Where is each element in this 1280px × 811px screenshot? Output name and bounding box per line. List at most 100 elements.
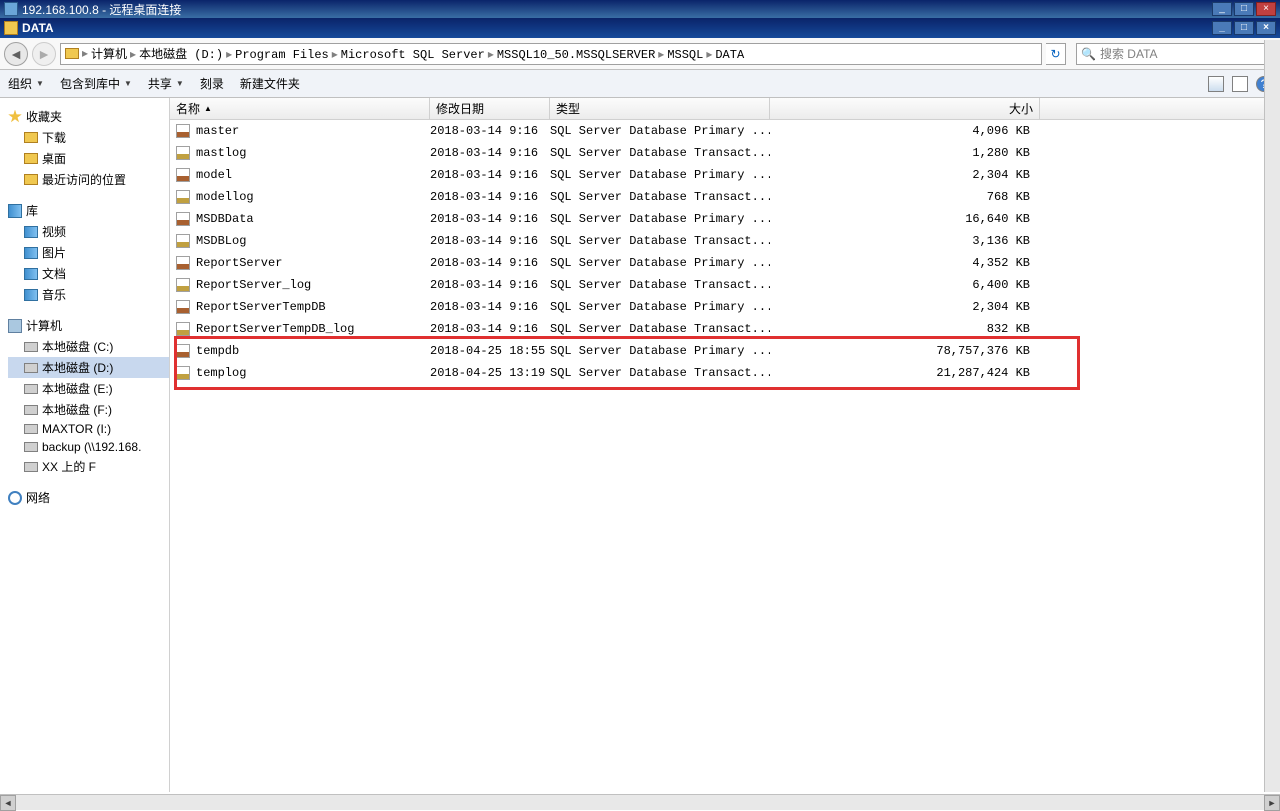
file-row[interactable]: ReportServerTempDB2018-03-14 9:16SQL Ser… [170, 296, 1280, 318]
favorites-group[interactable]: 收藏夹 [8, 106, 169, 127]
explorer-maximize-button[interactable]: □ [1234, 21, 1254, 35]
sidebar-item-label: 下载 [42, 129, 66, 146]
drive-icon [24, 342, 38, 352]
file-row[interactable]: modellog2018-03-14 9:16SQL Server Databa… [170, 186, 1280, 208]
db-log-file-icon [176, 278, 190, 292]
sidebar-item[interactable]: 本地磁盘 (D:) [8, 357, 169, 378]
sidebar-item[interactable]: 桌面 [8, 148, 169, 169]
file-name: tempdb [196, 344, 239, 358]
sidebar-item-label: 本地磁盘 (F:) [42, 401, 112, 418]
file-type: SQL Server Database Transact... [550, 146, 770, 160]
sidebar-item-label: 文档 [42, 265, 66, 282]
sidebar-item[interactable]: 本地磁盘 (F:) [8, 399, 169, 420]
file-date: 2018-03-14 9:16 [430, 124, 550, 138]
chevron-down-icon: ▼ [176, 79, 184, 88]
file-name: model [196, 168, 232, 182]
sidebar-item[interactable]: 音乐 [8, 284, 169, 305]
breadcrumb-item[interactable]: MSSQL10_50.MSSQLSERVER [495, 48, 657, 62]
sidebar-item[interactable]: backup (\\192.168. [8, 438, 169, 456]
vertical-scrollbar[interactable] [1264, 40, 1280, 792]
column-name[interactable]: 名称▲ [170, 98, 430, 119]
explorer-minimize-button[interactable]: _ [1212, 21, 1232, 35]
file-type: SQL Server Database Transact... [550, 190, 770, 204]
sidebar-item[interactable]: 本地磁盘 (C:) [8, 336, 169, 357]
sidebar-item-label: 图片 [42, 244, 66, 261]
refresh-button[interactable]: ↻ [1046, 43, 1066, 65]
explorer-close-button[interactable]: × [1256, 21, 1276, 35]
sidebar-item-label: 音乐 [42, 286, 66, 303]
drive-icon [24, 405, 38, 415]
file-type: SQL Server Database Primary ... [550, 256, 770, 270]
breadcrumb-item[interactable]: DATA [713, 48, 746, 62]
organize-button[interactable]: 组织▼ [8, 75, 44, 92]
sidebar-item-label: 本地磁盘 (E:) [42, 380, 113, 397]
breadcrumb-sep: ▸ [331, 48, 339, 62]
breadcrumb-item[interactable]: 计算机 [89, 48, 129, 62]
preview-pane-button[interactable] [1232, 76, 1248, 92]
sidebar-item[interactable]: XX 上的 F [8, 456, 169, 477]
scroll-left-button[interactable]: ◄ [0, 795, 16, 811]
view-options-button[interactable] [1208, 76, 1224, 92]
column-size[interactable]: 大小 [770, 98, 1040, 119]
breadcrumb-item[interactable]: Microsoft SQL Server [339, 48, 487, 62]
new-folder-button[interactable]: 新建文件夹 [240, 75, 300, 92]
breadcrumb-item[interactable]: MSSQL [665, 48, 705, 62]
horizontal-scrollbar[interactable]: ◄ ► [0, 794, 1280, 810]
sidebar-item[interactable]: MAXTOR (I:) [8, 420, 169, 438]
file-row[interactable]: model2018-03-14 9:16SQL Server Database … [170, 164, 1280, 186]
network-group[interactable]: 网络 [8, 487, 169, 508]
share-button[interactable]: 共享▼ [148, 75, 184, 92]
file-date: 2018-04-25 13:19 [430, 366, 550, 380]
scroll-right-button[interactable]: ► [1264, 795, 1280, 811]
drive-icon [24, 442, 38, 452]
file-size: 4,352 KB [770, 256, 1040, 270]
nav-forward-button[interactable]: ► [32, 42, 56, 66]
file-row[interactable]: MSDBData2018-03-14 9:16SQL Server Databa… [170, 208, 1280, 230]
search-box[interactable]: 🔍 搜索 DATA [1076, 43, 1276, 65]
drive-icon [24, 153, 38, 164]
file-date: 2018-03-14 9:16 [430, 146, 550, 160]
file-row[interactable]: mastlog2018-03-14 9:16SQL Server Databas… [170, 142, 1280, 164]
file-row[interactable]: MSDBLog2018-03-14 9:16SQL Server Databas… [170, 230, 1280, 252]
file-row[interactable]: tempdb2018-04-25 18:55SQL Server Databas… [170, 340, 1280, 362]
sidebar-item[interactable]: 最近访问的位置 [8, 169, 169, 190]
file-size: 768 KB [770, 190, 1040, 204]
include-in-library-button[interactable]: 包含到库中▼ [60, 75, 132, 92]
breadcrumb-item[interactable]: 本地磁盘 (D:) [137, 48, 225, 62]
file-row[interactable]: templog2018-04-25 13:19SQL Server Databa… [170, 362, 1280, 384]
file-row[interactable]: ReportServer2018-03-14 9:16SQL Server Da… [170, 252, 1280, 274]
file-size: 1,280 KB [770, 146, 1040, 160]
file-row[interactable]: master2018-03-14 9:16SQL Server Database… [170, 120, 1280, 142]
rdp-minimize-button[interactable]: _ [1212, 2, 1232, 16]
rdp-maximize-button[interactable]: □ [1234, 2, 1254, 16]
column-modified[interactable]: 修改日期 [430, 98, 550, 119]
chevron-down-icon: ▼ [124, 79, 132, 88]
file-row[interactable]: ReportServer_log2018-03-14 9:16SQL Serve… [170, 274, 1280, 296]
file-name: ReportServer [196, 256, 282, 270]
nav-back-button[interactable]: ◄ [4, 42, 28, 66]
sidebar-item[interactable]: 本地磁盘 (E:) [8, 378, 169, 399]
file-date: 2018-03-14 9:16 [430, 212, 550, 226]
drive-icon [24, 226, 38, 238]
file-date: 2018-03-14 9:16 [430, 322, 550, 336]
search-placeholder: 搜索 DATA [1100, 45, 1158, 62]
breadcrumb-path[interactable]: ▸ 计算机▸本地磁盘 (D:)▸Program Files▸Microsoft … [60, 43, 1042, 65]
sidebar-item-label: 最近访问的位置 [42, 171, 126, 188]
rdp-icon [4, 2, 18, 16]
drive-icon [24, 424, 38, 434]
explorer-titlebar[interactable]: DATA _ □ × [0, 18, 1280, 38]
libraries-group[interactable]: 库 [8, 200, 169, 221]
drive-icon [24, 268, 38, 280]
sidebar-item[interactable]: 图片 [8, 242, 169, 263]
column-type[interactable]: 类型 [550, 98, 770, 119]
sidebar-item[interactable]: 视频 [8, 221, 169, 242]
breadcrumb-item[interactable]: Program Files [233, 48, 331, 62]
sidebar-item[interactable]: 文档 [8, 263, 169, 284]
sidebar-item[interactable]: 下载 [8, 127, 169, 148]
file-name: ReportServerTempDB [196, 300, 326, 314]
computer-group[interactable]: 计算机 [8, 315, 169, 336]
file-list[interactable]: 名称▲ 修改日期 类型 大小 master2018-03-14 9:16SQL … [170, 98, 1280, 792]
file-row[interactable]: ReportServerTempDB_log2018-03-14 9:16SQL… [170, 318, 1280, 340]
rdp-close-button[interactable]: × [1256, 2, 1276, 16]
burn-button[interactable]: 刻录 [200, 75, 224, 92]
